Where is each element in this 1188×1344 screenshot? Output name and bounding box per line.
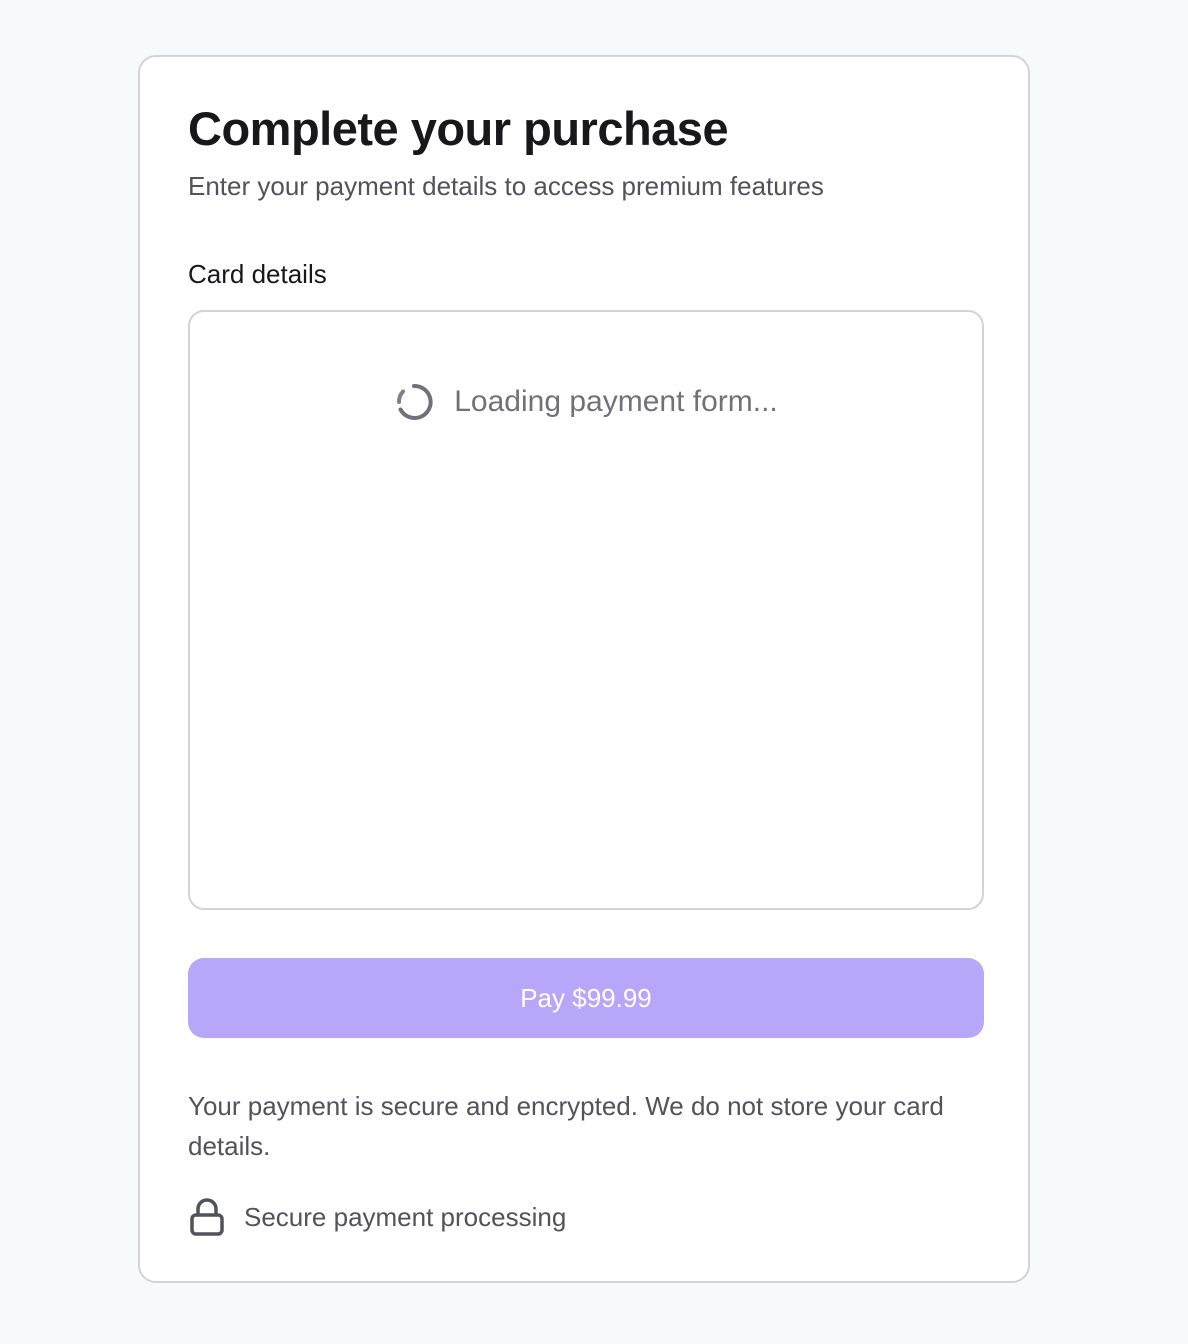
page-title: Complete your purchase — [188, 102, 729, 155]
payment-form-frame[interactable]: Loading payment form... — [188, 310, 984, 910]
pay-button[interactable]: Pay $99.99 — [188, 958, 984, 1038]
card-details-label: Card details — [188, 259, 327, 289]
secure-processing-row: Secure payment processing — [188, 1197, 566, 1237]
lock-icon — [188, 1197, 226, 1237]
secure-processing-label: Secure payment processing — [244, 1201, 567, 1232]
checkout-card: Complete your purchase Enter your paymen… — [138, 55, 1030, 1283]
page-subtitle: Enter your payment details to access pre… — [188, 171, 824, 201]
security-note: Your payment is secure and encrypted. We… — [188, 1091, 944, 1161]
loading-text: Loading payment form... — [454, 385, 778, 418]
loading-indicator: Loading payment form... — [190, 382, 982, 422]
spinner-icon — [394, 382, 434, 422]
